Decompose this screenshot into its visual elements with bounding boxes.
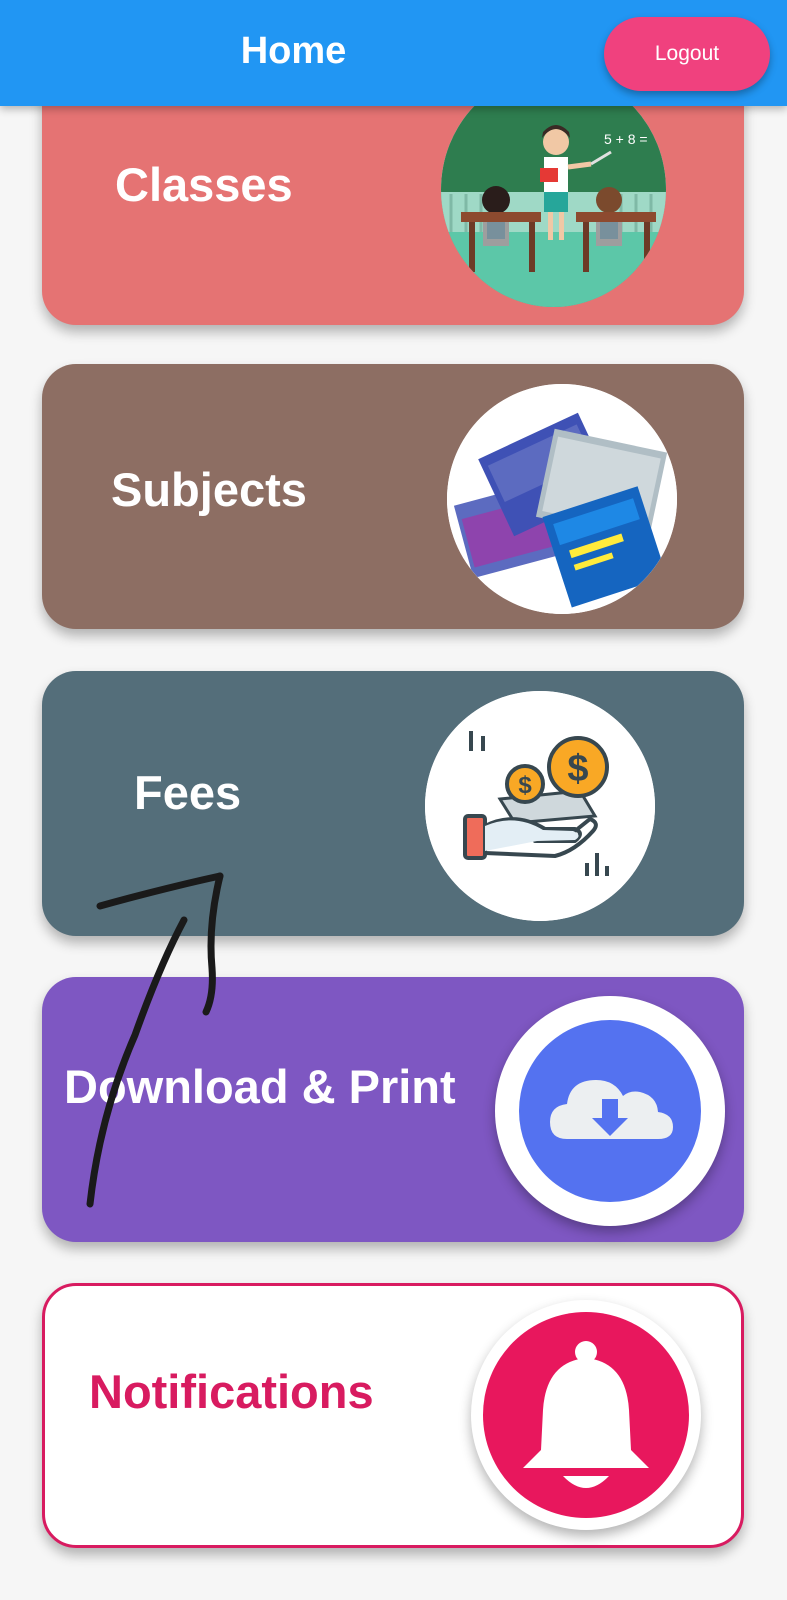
notifications-card[interactable]: Notifications (42, 1283, 744, 1548)
coins-hand-icon: $ $ (425, 691, 655, 921)
notifications-label: Notifications (89, 1365, 374, 1418)
svg-text:$: $ (518, 772, 532, 799)
home-screen: Home Logout Classes 5 + 8 = Subjects Fee… (0, 0, 787, 1600)
textbooks-image (447, 384, 677, 614)
fees-label: Fees (134, 766, 242, 819)
download-print-card[interactable]: Download & Print (42, 977, 744, 1242)
svg-text:$: $ (567, 748, 588, 790)
fees-card[interactable]: Fees $ $ (42, 671, 744, 936)
cloud-download-icon-container (495, 996, 725, 1226)
page-title: Home (240, 30, 347, 72)
bell-icon (483, 1312, 689, 1518)
subjects-label: Subjects (111, 463, 307, 516)
cloud-download-icon (519, 1020, 701, 1202)
app-bar: Home Logout (0, 0, 787, 106)
subjects-card[interactable]: Subjects (42, 364, 744, 629)
download-print-label: Download & Print (64, 1060, 456, 1113)
bell-icon-container (471, 1300, 701, 1530)
classes-label: Classes (115, 158, 293, 211)
board-equation: 5 + 8 = (604, 131, 648, 147)
logout-button[interactable]: Logout (604, 17, 770, 91)
classroom-teacher-image: 5 + 8 = (441, 72, 666, 307)
